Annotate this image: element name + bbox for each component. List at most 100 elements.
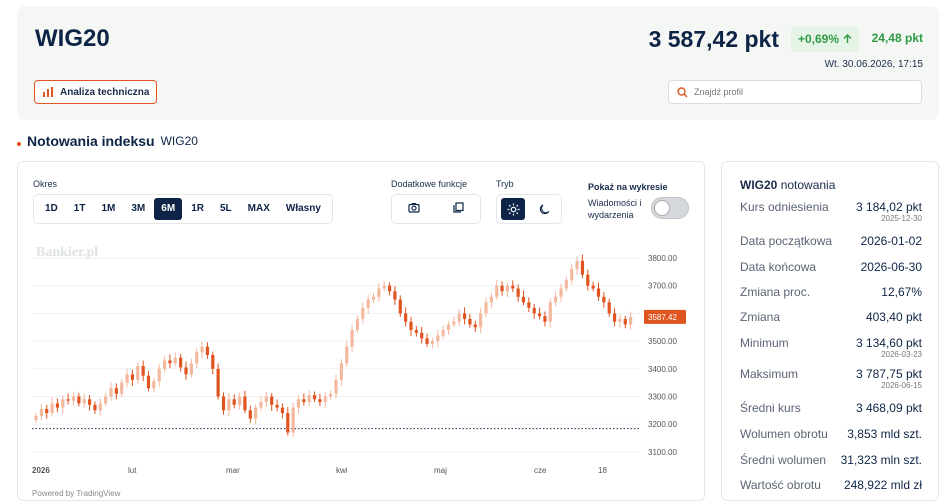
candle-body: [211, 354, 215, 369]
chart-card: Okres 1D 1T 1M 3M 6M 1R 5L MAX Własny Dodatkowe …: [17, 161, 705, 501]
period-button-1r[interactable]: 1R: [184, 198, 211, 220]
y-tick-label: 3800.00: [648, 254, 677, 263]
candle-body: [629, 316, 633, 325]
candle-body: [286, 413, 290, 433]
stats-row-label: Maksimum: [740, 367, 799, 381]
candle-body: [243, 396, 247, 411]
candle-body: [623, 318, 627, 325]
candle-body: [45, 408, 49, 414]
candle-body: [361, 307, 365, 319]
candle-body: [382, 285, 386, 289]
period-button-własny[interactable]: Własny: [279, 198, 328, 220]
candle-body: [87, 399, 92, 405]
candle-body: [537, 313, 542, 317]
change-percent-badge: +0,69%: [791, 26, 859, 52]
candle-body: [511, 285, 515, 289]
index-title: WIG20: [35, 25, 110, 52]
candle-body: [55, 403, 60, 408]
candle-body: [607, 302, 611, 314]
candle-body: [61, 399, 65, 408]
candle-body: [173, 357, 177, 364]
quote-datetime: Wt. 30.06.2026, 17:15: [824, 59, 923, 70]
stats-row: Wartość obrotu 248,922 mld zł: [740, 478, 922, 498]
stats-row: Data końcowa 2026-06-30: [740, 260, 922, 280]
candle-body: [505, 285, 510, 292]
candle-body: [152, 381, 156, 389]
candlestick-chart[interactable]: Bankier.pl3800.003700.003600.003500.0034…: [18, 240, 704, 500]
technical-analysis-button[interactable]: Analiza techniczna: [34, 80, 158, 104]
candle-body: [339, 363, 343, 380]
stats-row: Maksimum 3 787,75 pkt 2026-06-15: [740, 367, 922, 397]
candle-body: [104, 396, 108, 404]
stats-row-label: Zmiana proc.: [740, 285, 811, 299]
change-absolute: 24,48 pkt: [871, 31, 923, 45]
stats-row-value: 248,922 mld zł: [843, 478, 922, 492]
candle-body: [120, 382, 124, 394]
candle-body: [618, 318, 622, 322]
last-price-label: 3587.42: [648, 313, 677, 322]
candle-body: [564, 280, 568, 289]
candle-body: [82, 399, 86, 404]
period-button-1t[interactable]: 1T: [67, 198, 93, 220]
candle-body: [125, 374, 129, 383]
stats-row-label: Wolumen obrotu: [740, 427, 828, 441]
candle-body: [580, 260, 585, 275]
x-tick-label: mar: [226, 466, 240, 475]
sun-icon: [507, 203, 519, 215]
index-header: WIG20 3 587,42 pkt +0,69% 24,48 pkt Wt. …: [17, 6, 939, 120]
candle-body: [248, 410, 252, 419]
candle-body: [296, 399, 301, 408]
period-button-3m[interactable]: 3M: [124, 198, 152, 220]
candle-body: [387, 285, 392, 292]
candle-body: [495, 285, 499, 297]
candle-body: [543, 316, 547, 322]
stats-row: Średni wolumen 31,323 mln szt.: [740, 453, 922, 473]
period-button-1d[interactable]: 1D: [38, 198, 65, 220]
period-button-5l[interactable]: 5L: [213, 198, 239, 220]
section-subtitle: WIG20: [160, 134, 198, 148]
stats-row-value: 12,67%: [881, 285, 922, 299]
candle-body: [430, 341, 435, 344]
functions-group: [391, 194, 481, 224]
candle-body: [307, 395, 311, 403]
stats-row-date: 2025-12-30: [881, 214, 922, 223]
period-button-6m[interactable]: 6M: [154, 198, 183, 220]
candle-body: [189, 363, 193, 375]
stats-row-value: 3 134,60 pkt: [855, 336, 922, 350]
stats-row-value: 3 468,09 pkt: [855, 401, 922, 415]
candle-body: [93, 404, 97, 411]
y-tick-label: 3400.00: [648, 365, 677, 374]
stats-row: Kurs odniesienia 3 184,02 pkt 2025-12-30: [740, 200, 922, 230]
dark-mode-button[interactable]: [533, 198, 557, 220]
period-button-max[interactable]: MAX: [241, 198, 277, 220]
candle-body: [264, 396, 268, 403]
candle-body: [612, 313, 617, 322]
candle-body: [39, 408, 43, 416]
candle-body: [596, 288, 601, 297]
copy-icon[interactable]: [453, 200, 464, 218]
candle-body: [554, 296, 558, 303]
camera-icon[interactable]: [408, 200, 420, 218]
candle-body: [50, 403, 54, 414]
news-toggle[interactable]: [651, 197, 689, 219]
candle-body: [345, 346, 349, 364]
candle-body: [141, 366, 145, 376]
search-input[interactable]: [694, 87, 894, 97]
candle-body: [404, 313, 408, 322]
period-button-1m[interactable]: 1M: [94, 198, 122, 220]
candle-body: [473, 324, 477, 328]
candle-body: [237, 396, 242, 405]
candle-body: [232, 399, 236, 405]
section-title: Notowania indeksu WIG20: [17, 133, 198, 149]
candle-body: [527, 302, 531, 308]
candle-body: [436, 335, 440, 342]
candle-body: [457, 313, 461, 322]
stats-title-index: WIG20: [740, 178, 778, 192]
stats-row: Zmiana 403,40 pkt: [740, 310, 922, 330]
light-mode-button[interactable]: [501, 198, 525, 220]
profile-search[interactable]: [668, 80, 922, 104]
stats-card: WIG20 notowania Kurs odniesienia 3 184,02…: [721, 161, 939, 501]
candle-body: [291, 407, 295, 433]
news-events-label: Wiadomości i wydarzenia: [588, 198, 642, 220]
candle-body: [280, 407, 285, 414]
